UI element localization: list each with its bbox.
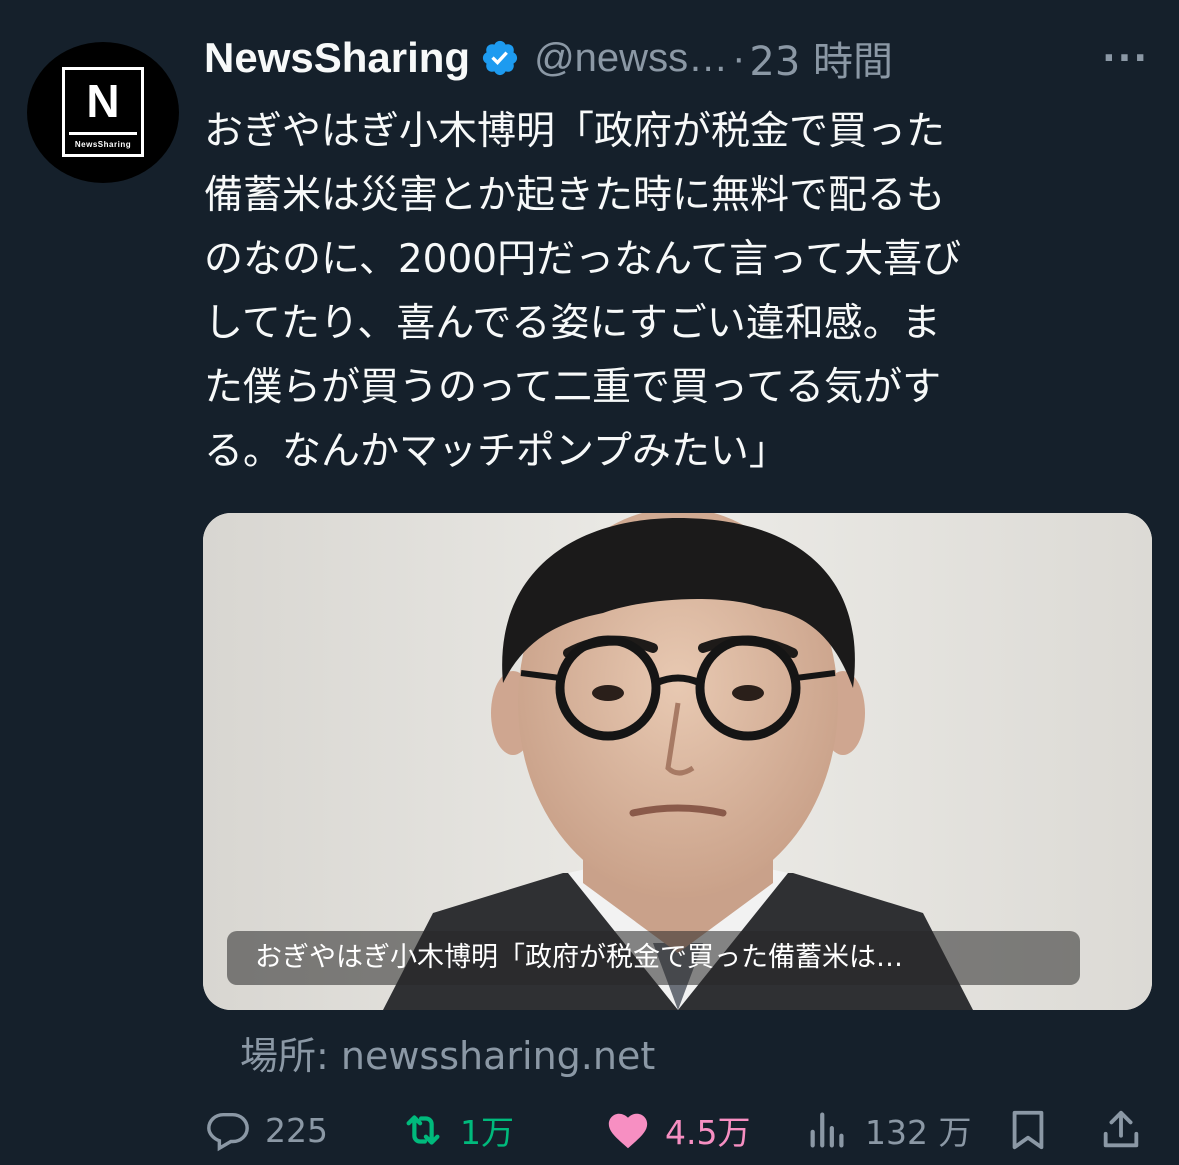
retweet-icon [406,1115,440,1145]
action-bar: 225 1万 4.5万 132 万 [0,1100,1179,1160]
like-count: 4.5万 [665,1113,751,1152]
tweet-header: NewsSharing @newss… · 23 時間 ··· [204,28,1155,88]
bookmark-button[interactable] [1005,1100,1051,1160]
author-handle[interactable]: @newss… [534,36,728,81]
avatar-logo-rule [69,132,137,135]
avatar-logo-frame: N NewsSharing [62,67,144,157]
more-icon[interactable]: ··· [1102,38,1149,79]
reply-button[interactable]: 225 [205,1100,328,1160]
avatar-logo-letter: N [86,75,120,127]
views-button[interactable]: 132 万 [805,1100,971,1160]
card-source[interactable]: 場所: newssharing.net [240,1025,655,1080]
views-icon [810,1112,844,1148]
header-separator: · [732,35,746,80]
verified-icon [482,40,518,76]
views-count: 132 万 [865,1113,972,1152]
reply-count: 225 [265,1110,328,1150]
avatar-logo-caption: NewsSharing [74,140,132,149]
author-display-name[interactable]: NewsSharing [204,34,470,82]
link-card[interactable]: おぎやはぎ小木博明「政府が税金で買った備蓄米は… [203,513,1152,1010]
bookmark-icon [1012,1110,1044,1150]
tweet-timestamp[interactable]: 23 時間 [749,29,893,87]
like-icon [608,1113,648,1149]
tweet-text: おぎやはぎ小木博明「政府が税金で買った 備蓄米は災害とか起きた時に無料で配るも … [204,109,962,474]
retweet-button[interactable]: 1万 [400,1100,514,1160]
retweet-count: 1万 [460,1113,514,1152]
like-button[interactable]: 4.5万 [605,1100,750,1160]
share-button[interactable] [1098,1100,1144,1160]
reply-icon [207,1112,249,1152]
avatar[interactable]: N NewsSharing [27,42,179,183]
card-caption: おぎやはぎ小木博明「政府が税金で買った備蓄米は… [227,931,1080,985]
share-icon [1103,1110,1139,1148]
